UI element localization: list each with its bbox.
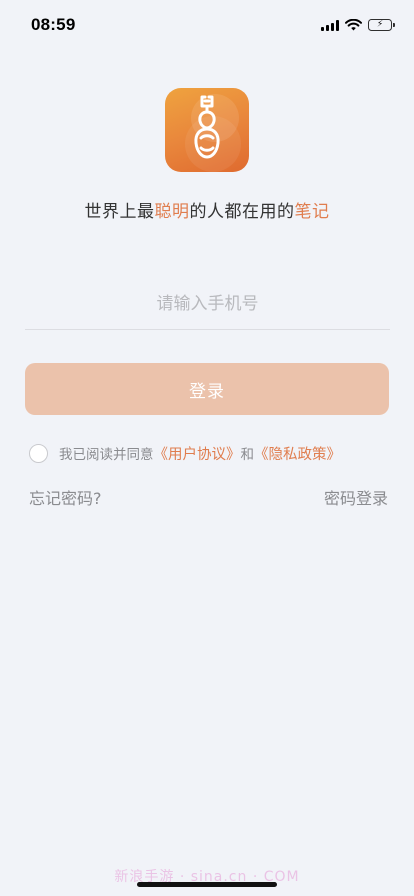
slogan-highlight: 聪明: [154, 202, 190, 222]
agreement-checkbox[interactable]: [29, 443, 48, 463]
forgot-password-link[interactable]: 忘记密码?: [29, 485, 102, 509]
slogan-part: 世界上最: [84, 202, 155, 222]
privacy-policy-link[interactable]: 《隐私政策》: [254, 443, 341, 464]
battery-icon: ⚡: [368, 19, 395, 31]
violin-note-logo-icon: [185, 94, 241, 172]
agreement-row: 我已阅读并同意 《用户协议》 和 《隐私政策》: [29, 442, 341, 464]
status-bar: 08:59 ⚡: [0, 0, 414, 54]
cellular-signal-icon: [321, 19, 339, 31]
password-login-link[interactable]: 密码登录: [324, 485, 388, 509]
slogan-part: 的人都在用的: [189, 202, 295, 222]
status-time: 08:59: [31, 15, 76, 34]
agreement-prefix: 我已阅读并同意: [59, 447, 154, 463]
agreement-connector: 和: [240, 447, 255, 463]
login-screen: 08:59 ⚡ 世界上最聪明的人都在用的笔记 请输入手机号 登录 我已阅读并同意…: [0, 0, 414, 896]
charging-bolt-icon: ⚡: [376, 19, 384, 30]
status-icons: ⚡: [321, 19, 395, 31]
login-button[interactable]: 登录: [25, 363, 389, 415]
user-agreement-link[interactable]: 《用户协议》: [154, 443, 241, 464]
home-indicator[interactable]: [137, 882, 277, 887]
phone-number-input[interactable]: [25, 282, 390, 330]
agreement-text: 我已阅读并同意 《用户协议》 和 《隐私政策》: [59, 443, 341, 464]
slogan-highlight: 笔记: [294, 202, 330, 222]
wifi-icon: [345, 19, 362, 31]
slogan: 世界上最聪明的人都在用的笔记: [0, 197, 414, 222]
app-logo: [165, 88, 249, 172]
